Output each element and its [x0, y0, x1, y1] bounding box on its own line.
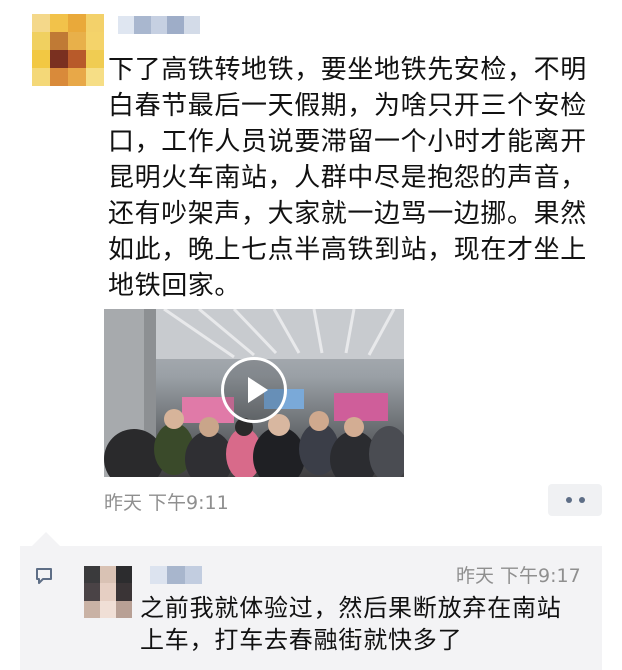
post-text: 下了高铁转地铁，要坐地铁先安检，不明白春节最后一天假期，为啥只开三个安检口，工作… — [108, 55, 587, 301]
moments-page: 下了高铁转地铁，要坐地铁先安检，不明白春节最后一天假期，为啥只开三个安检口，工作… — [0, 0, 622, 670]
commenter-name[interactable] — [150, 566, 202, 584]
author-name[interactable] — [118, 16, 201, 34]
author-avatar[interactable] — [32, 14, 104, 86]
commenter-avatar[interactable] — [84, 566, 132, 618]
comment-timestamp: 昨天 下午9:17 — [456, 565, 581, 587]
more-options-button[interactable] — [548, 484, 602, 516]
more-dots-icon-dot — [578, 497, 585, 503]
comment-text: 之前我就体验过，然后果断放弃在南站上车，打车去春融街就快多了 — [140, 594, 562, 654]
play-button[interactable] — [221, 357, 287, 423]
more-dots-icon — [565, 497, 572, 503]
play-icon — [248, 377, 268, 403]
post-timestamp: 昨天 下午9:11 — [104, 492, 229, 514]
comment-bubble-icon — [36, 568, 52, 584]
comment-area-pointer — [32, 532, 60, 546]
